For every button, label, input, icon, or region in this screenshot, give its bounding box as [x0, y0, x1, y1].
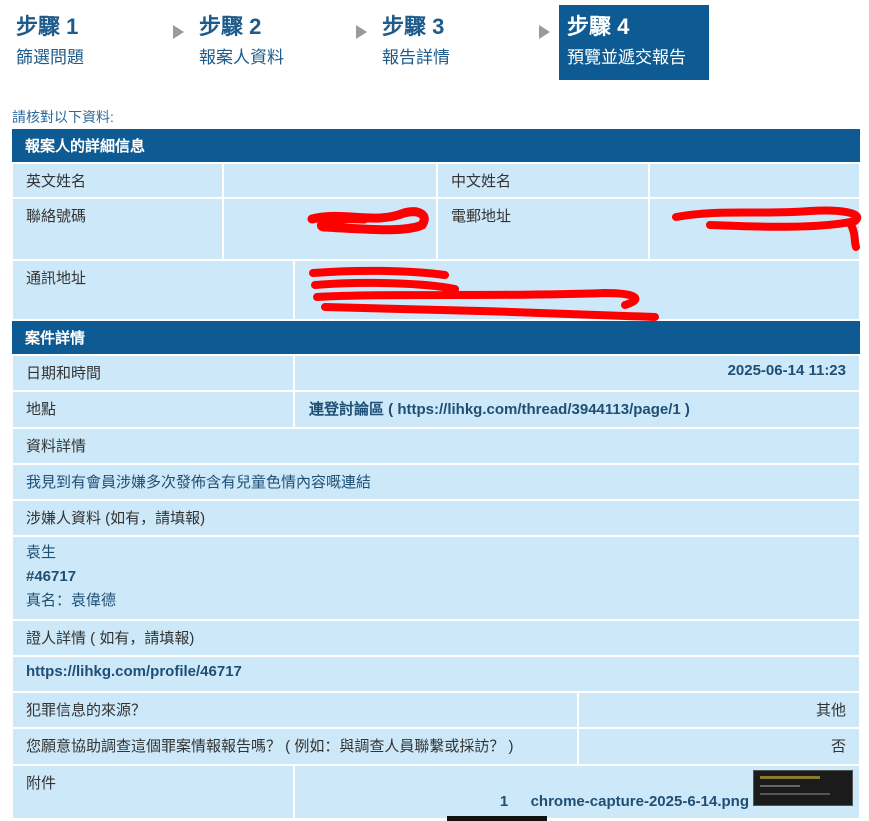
redaction-scribble — [309, 266, 659, 321]
step-4-active: 步驟 4 預覽並遞交報告 — [559, 5, 709, 80]
step-2-name: 報案人資料 — [199, 48, 284, 67]
datetime-row: 日期和時間 2025-06-14 11:23 — [12, 355, 860, 391]
suspect-label: 涉嫌人資料 (如有，請填報) — [12, 500, 860, 536]
suspect-value-row: 袁生 #46717 真名：袁偉德 — [12, 536, 860, 620]
email-label: 電郵地址 — [437, 198, 649, 260]
bottom-edge-fragment — [447, 816, 547, 821]
step-arrow-icon — [356, 25, 367, 39]
witness-value-row: https://lihkg.com/profile/46717 — [12, 656, 860, 692]
witness-label-row: 證人詳情 ( 如有，請填報) — [12, 620, 860, 656]
suspect-value: 袁生 #46717 真名：袁偉德 — [12, 536, 860, 620]
suspect-line: #46717 — [26, 568, 77, 585]
assist-row: 您願意協助調查這個罪案情報報告嗎？ ( 例如：與調查人員聯繫或採訪？ ) 否 — [12, 728, 860, 765]
datetime-value: 2025-06-14 11:23 — [294, 355, 860, 391]
step-4-number: 步驟 4 — [567, 14, 630, 39]
location-label: 地點 — [12, 391, 294, 428]
attachment-value: 1 chrome-capture-2025-6-14.png — [294, 765, 860, 819]
suspect-line: 真名：袁偉德 — [26, 592, 117, 609]
redaction-scribble — [307, 207, 429, 235]
source-value: 其他 — [578, 692, 860, 728]
phone-value-redacted — [223, 198, 437, 260]
details-value: 我見到有會員涉嫌多次發佈含有兒童色情內容嘅連結 — [12, 464, 860, 500]
step-1: 步驟 1 篩選問題 — [8, 5, 168, 80]
step-arrow-icon — [173, 25, 184, 39]
wizard-steps: 步驟 1 篩選問題 步驟 2 報案人資料 步驟 3 報告詳情 步驟 4 預覽並遞… — [0, 0, 869, 82]
name-row: 英文姓名 中文姓名 — [12, 163, 860, 198]
attachment-index: 1 — [499, 793, 509, 810]
case-section-header: 案件詳情 — [12, 321, 860, 354]
address-value-redacted — [294, 260, 860, 321]
reporter-section-header: 報案人的詳細信息 — [12, 129, 860, 162]
attachment-thumbnail[interactable] — [753, 770, 853, 806]
chinese-name-value — [649, 163, 860, 198]
english-name-label: 英文姓名 — [12, 163, 223, 198]
chinese-name-label: 中文姓名 — [437, 163, 649, 198]
step-2: 步驟 2 報案人資料 — [191, 5, 351, 80]
step-3-number: 步驟 3 — [382, 14, 445, 39]
english-name-value — [223, 163, 437, 198]
address-row: 通訊地址 — [12, 260, 860, 321]
location-row: 地點 連登討論區 ( https://lihkg.com/thread/3944… — [12, 391, 860, 428]
attachment-filename[interactable]: chrome-capture-2025-6-14.png — [531, 793, 749, 810]
location-value: 連登討論區 ( https://lihkg.com/thread/3944113… — [294, 391, 860, 428]
reporter-section-title: 報案人的詳細信息 — [12, 129, 860, 162]
datetime-label: 日期和時間 — [12, 355, 294, 391]
redaction-scribble — [672, 206, 862, 251]
attachment-row: 附件 1 chrome-capture-2025-6-14.png — [12, 765, 860, 819]
step-1-name: 篩選問題 — [16, 48, 84, 67]
witness-value: https://lihkg.com/profile/46717 — [12, 656, 860, 692]
case-section-title: 案件詳情 — [12, 321, 860, 354]
details-label-row: 資料詳情 — [12, 428, 860, 464]
assist-label: 您願意協助調查這個罪案情報報告嗎？ ( 例如：與調查人員聯繫或採訪？ ) — [12, 728, 578, 765]
source-label: 犯罪信息的來源？ — [12, 692, 578, 728]
suspect-label-row: 涉嫌人資料 (如有，請填報) — [12, 500, 860, 536]
details-label: 資料詳情 — [12, 428, 860, 464]
contact-row: 聯絡號碼 電郵地址 — [12, 198, 862, 260]
step-4-name: 預覽並遞交報告 — [567, 48, 686, 67]
step-2-number: 步驟 2 — [199, 14, 262, 39]
step-3-name: 報告詳情 — [382, 48, 450, 67]
step-arrow-icon — [539, 25, 550, 39]
attachment-label: 附件 — [12, 765, 294, 819]
phone-label: 聯絡號碼 — [12, 198, 223, 260]
step-3: 步驟 3 報告詳情 — [374, 5, 534, 80]
details-value-row: 我見到有會員涉嫌多次發佈含有兒童色情內容嘅連結 — [12, 464, 860, 500]
step-1-number: 步驟 1 — [16, 14, 79, 39]
suspect-line: 袁生 — [26, 544, 57, 561]
address-label: 通訊地址 — [12, 260, 294, 320]
witness-label: 證人詳情 ( 如有，請填報) — [12, 620, 860, 656]
attachment-entry: 1 chrome-capture-2025-6-14.png — [500, 793, 749, 810]
email-value-redacted — [649, 198, 862, 260]
review-instruction: 請核對以下資料: — [12, 109, 114, 125]
source-row: 犯罪信息的來源？ 其他 — [12, 692, 860, 728]
assist-value: 否 — [578, 728, 860, 765]
